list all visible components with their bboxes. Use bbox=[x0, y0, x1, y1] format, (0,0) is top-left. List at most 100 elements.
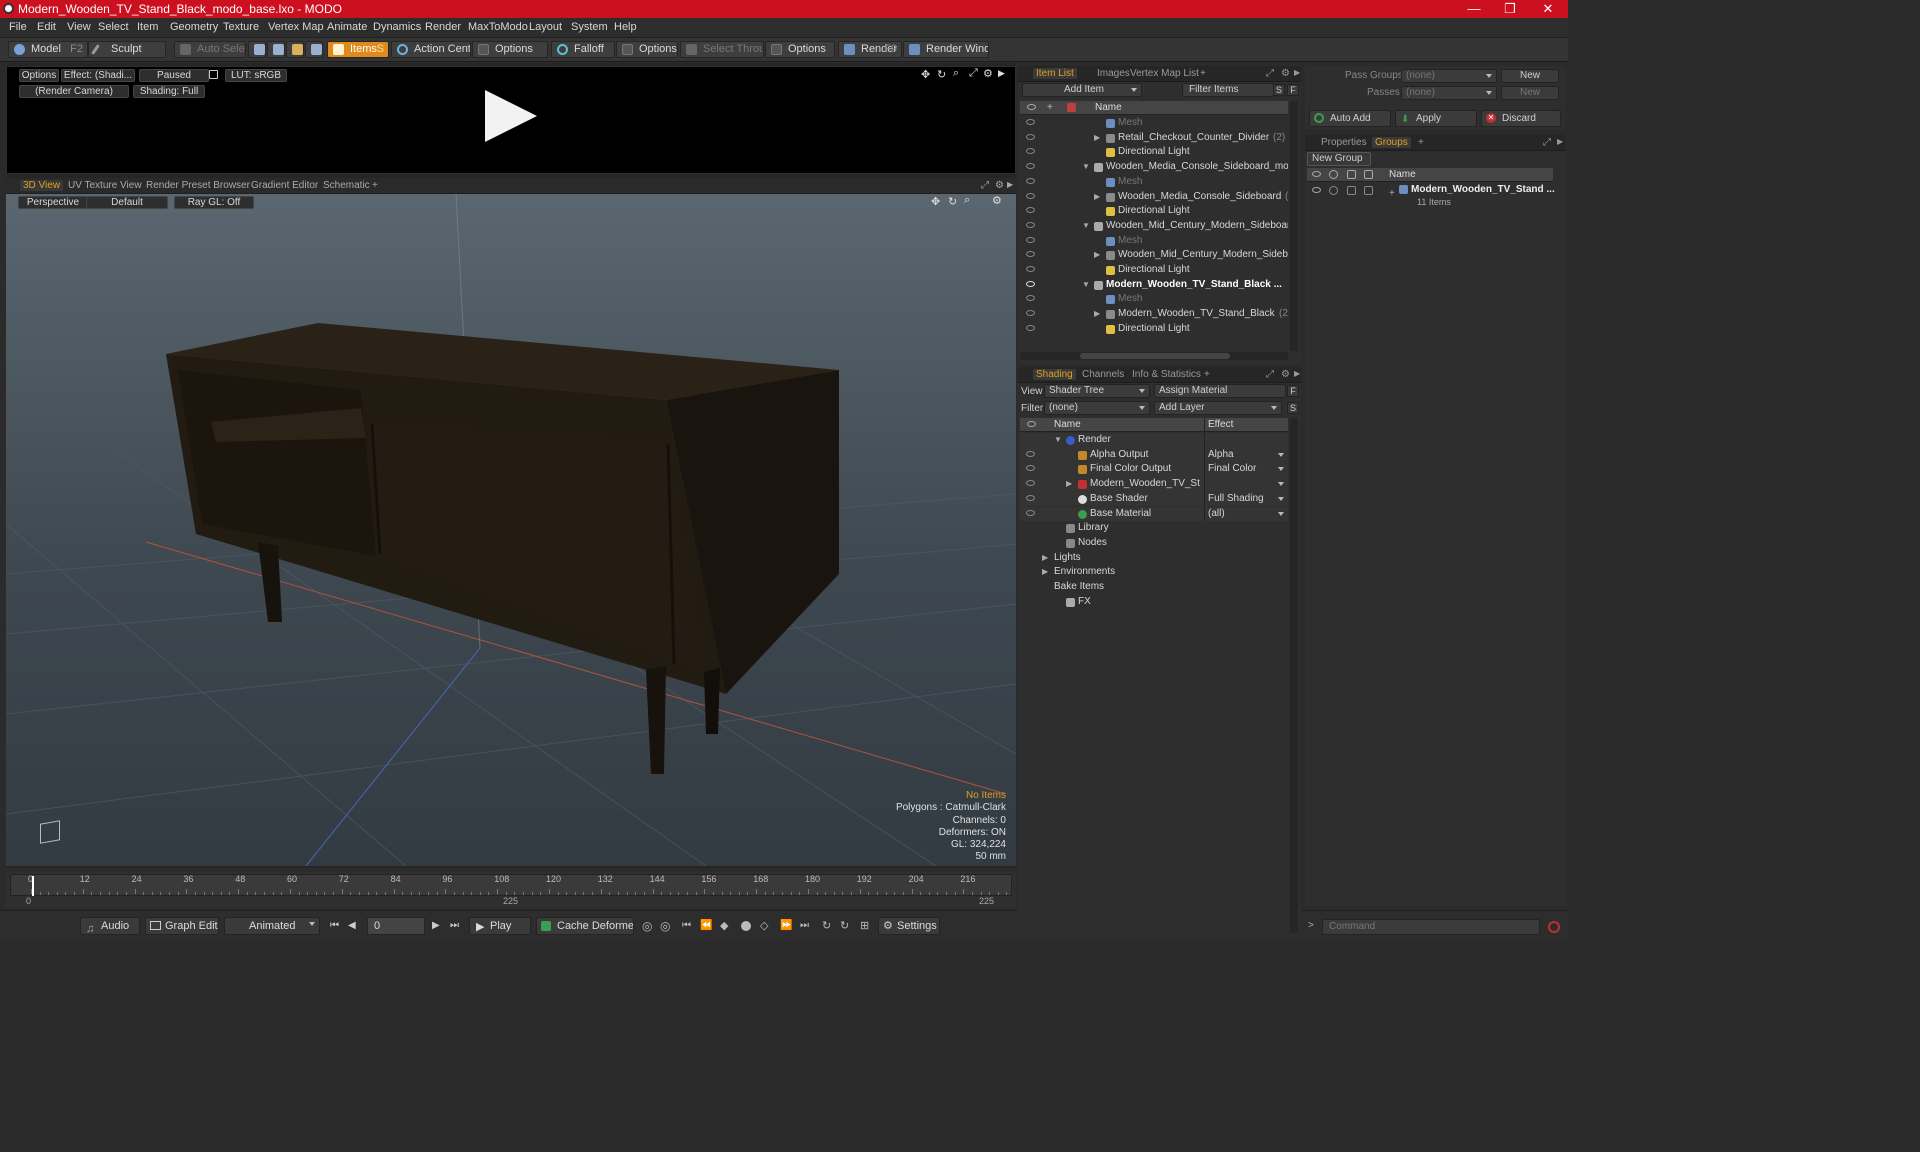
item-list-row[interactable]: ▼ Wooden_Media_Console_Sideboard_mod... bbox=[1020, 160, 1288, 175]
visibility-icon[interactable] bbox=[1026, 509, 1035, 516]
select-toggle-icon[interactable] bbox=[1364, 186, 1373, 195]
sculpt-mode-button[interactable]: Sculpt bbox=[88, 41, 166, 58]
polygons-mode-button[interactable] bbox=[286, 41, 304, 58]
animated-dropdown[interactable]: Animated bbox=[224, 917, 320, 935]
tab-item-list[interactable]: Item List bbox=[1033, 68, 1077, 79]
item-list-row[interactable]: Directional Light bbox=[1020, 204, 1288, 219]
shader-tree-row[interactable]: Nodes bbox=[1020, 535, 1288, 551]
menu-view[interactable]: View bbox=[67, 21, 91, 33]
expand-arrow-icon[interactable]: ▶ bbox=[1042, 565, 1048, 579]
scroll-thumb[interactable] bbox=[1080, 353, 1230, 359]
step-back-icon[interactable]: ◀ bbox=[348, 920, 356, 931]
timeline-ruler[interactable]: 0 12 24 36 48 60 72 84 96 108 120 132 144 156 168 180 19… bbox=[10, 874, 1012, 896]
record-icon[interactable] bbox=[741, 921, 751, 931]
visibility-icon[interactable] bbox=[1026, 236, 1035, 243]
collapse-arrow-icon[interactable]: ▼ bbox=[1082, 219, 1090, 233]
pass-groups-dropdown[interactable]: (none) bbox=[1401, 69, 1497, 83]
go-to-end-icon[interactable]: ⏭ bbox=[450, 920, 459, 931]
render-window-button[interactable]: Render Window bbox=[903, 41, 989, 58]
shader-tree-row[interactable]: Base Shader Full Shading bbox=[1020, 491, 1288, 507]
maximize-view-icon[interactable]: ⤢ bbox=[981, 180, 989, 191]
key-icon[interactable]: ◆ bbox=[720, 919, 728, 932]
maximize-view-icon[interactable]: ⤢ bbox=[1266, 68, 1274, 79]
visibility-icon[interactable] bbox=[1026, 266, 1035, 272]
shader-tree-row[interactable]: ▼ Render bbox=[1020, 433, 1288, 448]
visibility-icon[interactable] bbox=[1026, 133, 1035, 140]
view-dropdown[interactable]: Shader Tree bbox=[1044, 384, 1150, 398]
chevron-down-icon[interactable] bbox=[1278, 511, 1284, 516]
gear-icon[interactable]: ⚙ bbox=[992, 194, 1002, 207]
visibility-icon[interactable] bbox=[1026, 192, 1035, 199]
item-list-row[interactable]: Directional Light bbox=[1020, 322, 1288, 337]
filter-dropdown[interactable]: (none) bbox=[1044, 401, 1150, 415]
rotate-icon[interactable]: ↻ bbox=[948, 195, 957, 208]
cache-deformers-button[interactable]: Cache Deformers bbox=[536, 917, 634, 935]
chevron-down-icon[interactable] bbox=[1278, 482, 1284, 487]
visibility-icon[interactable] bbox=[1026, 221, 1035, 228]
shader-tree-row[interactable]: ▶ Environments bbox=[1020, 565, 1288, 580]
audio-button[interactable]: ♫ Audio bbox=[80, 917, 140, 935]
raygl-dropdown[interactable]: Ray GL: Off bbox=[174, 196, 254, 209]
menu-edit[interactable]: Edit bbox=[37, 21, 56, 33]
frame-input[interactable]: 0 bbox=[367, 917, 425, 935]
action-center-button[interactable]: Action Center bbox=[391, 41, 471, 58]
timeline[interactable]: 0 12 24 36 48 60 72 84 96 108 120 132 144 156 168 180 19… bbox=[6, 872, 1016, 908]
add-tab-icon[interactable]: + bbox=[1200, 68, 1206, 79]
visibility-icon[interactable] bbox=[1026, 148, 1035, 155]
maximize-view-icon[interactable]: ⤢ bbox=[1266, 369, 1274, 380]
item-list-row[interactable]: ▼ Wooden_Mid_Century_Modern_Sideboar... bbox=[1020, 219, 1288, 234]
expand-arrow-icon[interactable]: ▶ bbox=[1094, 307, 1100, 321]
visibility-icon[interactable] bbox=[1026, 207, 1035, 214]
expand-arrow-icon[interactable]: ▶ bbox=[1042, 551, 1048, 565]
expand-arrow-icon[interactable]: ▶ bbox=[1294, 369, 1300, 378]
visibility-icon[interactable] bbox=[1026, 450, 1035, 457]
tab-properties[interactable]: Properties bbox=[1321, 137, 1367, 148]
collapse-arrow-icon[interactable]: ▼ bbox=[1082, 278, 1090, 292]
falloff-options-button[interactable]: Options bbox=[616, 41, 678, 58]
move-icon[interactable]: ✥ bbox=[931, 195, 940, 208]
visibility-icon[interactable] bbox=[1026, 119, 1035, 125]
key-filter-icon[interactable]: ◎ bbox=[660, 919, 670, 933]
materials-mode-button[interactable] bbox=[305, 41, 323, 58]
lock-toggle-icon[interactable] bbox=[1347, 186, 1356, 195]
select-through-options-button[interactable]: Options bbox=[765, 41, 835, 58]
new-group-button[interactable]: New Group bbox=[1307, 152, 1371, 166]
expand-plus-icon[interactable]: + bbox=[1389, 188, 1395, 199]
tab-channels[interactable]: Channels bbox=[1082, 369, 1124, 380]
visibility-icon[interactable] bbox=[1026, 494, 1035, 501]
effect-dropdown[interactable]: Alpha bbox=[1208, 448, 1234, 462]
menu-system[interactable]: System bbox=[571, 21, 608, 33]
tab-vertex-map-list[interactable]: Vertex Map List bbox=[1130, 68, 1199, 79]
item-list-scrollbar[interactable] bbox=[1290, 101, 1298, 351]
menu-layout[interactable]: Layout bbox=[529, 21, 562, 33]
tab-render-preset-browser[interactable]: Render Preset Browser bbox=[146, 180, 250, 191]
perspective-dropdown[interactable]: Perspective bbox=[18, 196, 88, 209]
item-list-row[interactable]: ▶ Wooden_Mid_Century_Modern_Sideb ... bbox=[1020, 248, 1288, 263]
filter-f-button[interactable]: F bbox=[1287, 84, 1299, 96]
visibility-icon[interactable] bbox=[1312, 187, 1321, 193]
menu-file[interactable]: File bbox=[9, 21, 27, 33]
item-list-hscrollbar[interactable] bbox=[1020, 352, 1288, 360]
menu-texture[interactable]: Texture bbox=[223, 21, 259, 33]
apply-button[interactable]: ⬇ Apply bbox=[1395, 110, 1477, 127]
collapse-arrow-icon[interactable]: ▼ bbox=[1082, 160, 1090, 174]
add-layer-dropdown[interactable]: Add Layer bbox=[1154, 401, 1282, 415]
action-center-options-button[interactable]: Options bbox=[472, 41, 548, 58]
gear-icon[interactable]: ⚙ bbox=[995, 180, 1004, 191]
delete-key-icon[interactable]: ◇ bbox=[760, 919, 768, 932]
menu-help[interactable]: Help bbox=[614, 21, 637, 33]
shader-tree-scrollbar[interactable] bbox=[1290, 418, 1298, 933]
step-forward-icon[interactable]: ▶ bbox=[432, 920, 440, 931]
play-button[interactable]: ▶ Play bbox=[469, 917, 531, 935]
shader-tree-row[interactable]: Library bbox=[1020, 521, 1288, 536]
move-icon[interactable]: ✥ bbox=[921, 68, 930, 81]
visibility-icon[interactable] bbox=[1026, 251, 1035, 258]
shader-tree-row[interactable]: Alpha Output Alpha bbox=[1020, 447, 1288, 463]
visibility-icon[interactable] bbox=[1026, 480, 1035, 487]
shading-dropdown[interactable]: Shading: Full bbox=[133, 85, 205, 98]
passes-dropdown[interactable]: (none) bbox=[1401, 86, 1497, 100]
visibility-icon[interactable] bbox=[1026, 310, 1035, 317]
menu-animate[interactable]: Animate bbox=[327, 21, 367, 33]
menu-geometry[interactable]: Geometry bbox=[170, 21, 218, 33]
prev-key-icon[interactable]: ⏮ bbox=[682, 920, 691, 931]
